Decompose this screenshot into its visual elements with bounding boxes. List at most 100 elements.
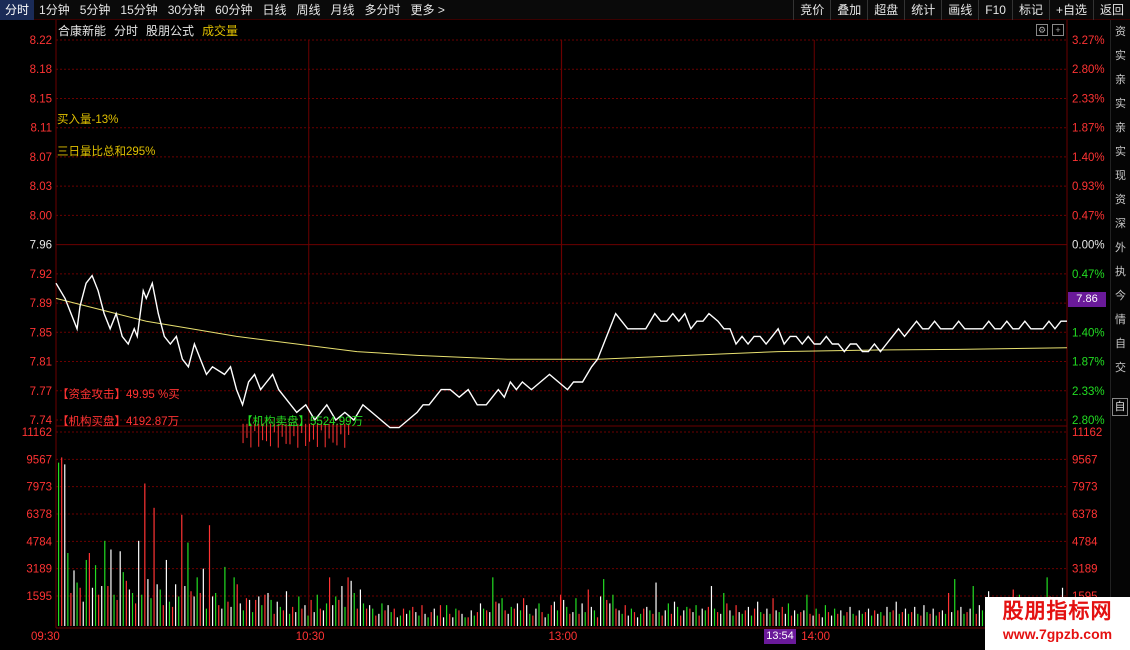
volume-tick-label: 7973 xyxy=(26,482,52,494)
volume-bar xyxy=(501,598,503,626)
volume-bar xyxy=(907,613,910,626)
volume-bar xyxy=(880,612,882,626)
volume-bar xyxy=(461,613,463,626)
volume-bar xyxy=(513,608,515,626)
volume-bar xyxy=(720,613,722,626)
volume-bar xyxy=(442,617,445,626)
volume-bar xyxy=(590,606,592,626)
right-strip-char: 资 xyxy=(1115,194,1126,206)
volume-bar xyxy=(239,603,241,626)
volume-bar xyxy=(381,603,383,626)
volume-bar xyxy=(104,540,106,626)
volume-bar xyxy=(335,596,337,626)
volume-bar xyxy=(316,594,318,626)
volume-bar xyxy=(951,612,953,626)
pct-tick-label: 3.27% xyxy=(1072,35,1105,47)
price-tick-label: 7.96 xyxy=(30,240,52,252)
volume-bar xyxy=(187,542,189,626)
volume-bar xyxy=(532,615,534,626)
volume-bar xyxy=(704,610,706,626)
volume-bar xyxy=(920,615,922,626)
volume-bar xyxy=(319,608,321,626)
volume-bar xyxy=(895,601,897,626)
volume-tick-label-right: 7973 xyxy=(1072,482,1098,494)
volume-bar xyxy=(800,612,802,626)
institution-buy-annotation: 【机构买盘】4192.87万 xyxy=(57,416,180,428)
volume-bar xyxy=(504,610,506,626)
volume-bar xyxy=(495,601,497,626)
volume-bar xyxy=(147,579,149,626)
right-strip-char: 今 xyxy=(1115,290,1126,302)
volume-bar xyxy=(224,566,226,626)
volume-bar xyxy=(981,610,984,626)
volume-bar xyxy=(369,605,371,626)
volume-bar xyxy=(439,605,442,626)
time-share-chart[interactable]: 8.22 3.27% 8.18 2.80% 8.15 2.33% 8.11 1.87% 8.07… xyxy=(0,0,1110,650)
volume-bar xyxy=(261,605,263,626)
volume-bar xyxy=(846,612,848,626)
volume-bar xyxy=(556,610,559,626)
volume-bar xyxy=(692,612,694,626)
volume-bar xyxy=(784,613,786,626)
volume-bar xyxy=(252,612,254,626)
volume-bar xyxy=(202,568,204,626)
right-strip-char: 交 xyxy=(1115,362,1126,374)
pct-tick-label: 0.47% xyxy=(1072,210,1105,222)
volume-tick-label: 9567 xyxy=(26,454,52,466)
volume-bar xyxy=(482,608,485,626)
volume-bar xyxy=(587,589,589,626)
volume-bar xyxy=(150,598,152,626)
volume-tick-label-right: 3189 xyxy=(1072,564,1098,576)
volume-bar xyxy=(199,592,201,626)
volume-bar xyxy=(473,615,475,626)
volume-bar xyxy=(661,615,663,626)
volume-tick-label: 6378 xyxy=(26,509,52,521)
volume-bar xyxy=(181,514,183,626)
volume-bar xyxy=(125,580,127,626)
volume-bar xyxy=(304,605,306,626)
volume-bar xyxy=(98,594,100,626)
volume-bar xyxy=(153,507,155,626)
volume-bar xyxy=(328,577,331,626)
volume-bar xyxy=(430,612,432,626)
price-tick-label: 8.00 xyxy=(30,210,52,222)
volume-bar xyxy=(926,612,928,626)
volume-bar xyxy=(892,610,894,626)
volume-bar xyxy=(707,606,709,626)
volume-tick-label-right: 6378 xyxy=(1072,509,1098,521)
right-side-tab[interactable]: 自 xyxy=(1112,398,1128,416)
volume-bar xyxy=(901,612,903,626)
volume-bar xyxy=(492,577,494,626)
volume-tick-label: 3189 xyxy=(26,564,52,576)
institution-sell-annotation: 【机构卖盘】5524.99万 xyxy=(241,416,364,428)
volume-bar xyxy=(698,615,700,626)
volume-bar xyxy=(861,613,863,626)
volume-bar xyxy=(365,608,368,626)
price-tick-label: 7.77 xyxy=(30,386,52,398)
pct-tick-label: 1.40% xyxy=(1072,152,1105,164)
pct-tick-label: 1.40% xyxy=(1072,327,1105,339)
volume-bar xyxy=(917,613,919,626)
volume-bar xyxy=(726,603,728,626)
volume-bar xyxy=(932,608,934,626)
volume-bar xyxy=(436,615,438,626)
volume-bar xyxy=(630,608,632,626)
volume-bar xyxy=(803,610,805,626)
three-day-ratio-annotation: 三日量比总和295% xyxy=(57,146,156,158)
right-strip-char: 外 xyxy=(1115,242,1126,254)
volume-bar xyxy=(797,613,799,626)
volume-bar xyxy=(292,606,294,626)
volume-bar xyxy=(689,608,691,626)
volume-bar xyxy=(433,608,435,626)
volume-bar xyxy=(914,606,916,626)
volume-bar xyxy=(673,601,676,626)
volume-bar xyxy=(449,613,451,626)
volume-bar xyxy=(270,599,272,626)
volume-bar xyxy=(230,606,232,626)
volume-bar xyxy=(766,608,768,626)
volume-bar xyxy=(110,549,112,626)
volume-bar xyxy=(470,610,472,626)
volume-bar xyxy=(624,605,626,626)
volume-bar xyxy=(944,613,947,626)
volume-bar xyxy=(877,613,879,626)
